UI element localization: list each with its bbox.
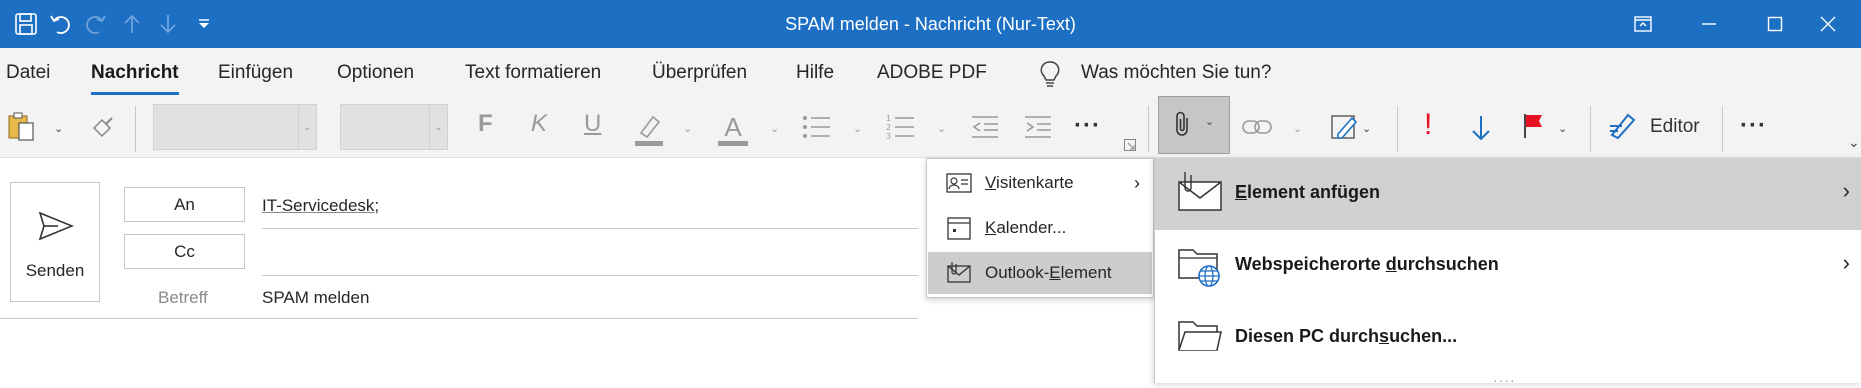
subject-field-underline [0,318,918,319]
increase-indent-icon[interactable] [1021,112,1055,142]
submenu-arrow-icon: › [1134,172,1140,193]
tab-einfuegen[interactable]: Einfügen [218,62,293,84]
paste-dropdown-chevron-icon[interactable]: ⌄ [54,122,63,135]
menu-item-visitenkarte[interactable]: Visitenkarte › [928,162,1152,204]
link-dropdown-chevron-icon[interactable]: ⌄ [1293,122,1302,135]
link-icon[interactable] [1240,112,1274,142]
editor-button[interactable]: Editor [1606,104,1716,150]
paperclip-icon [1173,110,1193,143]
flag-icon[interactable] [1520,110,1548,142]
tab-optionen[interactable]: Optionen [337,62,414,84]
menu-item-element-anfuegen[interactable]: Element anfügen › [1155,158,1861,230]
ribbon-display-icon[interactable] [1610,0,1676,48]
to-field-underline [262,228,918,229]
tab-adobe-pdf[interactable]: ADOBE PDF [877,62,987,84]
signature-dropdown-chevron-icon[interactable]: ⌄ [1362,122,1371,135]
bold-button[interactable]: F [478,110,493,138]
attach-file-button[interactable]: ⌄ [1158,96,1230,154]
attach-item-menu: Visitenkarte › Kalender... Outlook-Eleme… [926,158,1154,298]
calendar-icon [946,215,972,241]
font-color-dropdown-chevron-icon[interactable]: ⌄ [770,122,779,135]
numbering-dropdown-chevron-icon[interactable]: ⌄ [937,122,946,135]
send-label: Senden [25,261,85,280]
attach-dropdown-chevron-icon: ⌄ [1205,116,1215,128]
business-card-icon [946,170,972,196]
bullets-icon[interactable] [800,112,834,142]
font-family-combo[interactable]: ⌄ [153,104,317,150]
bullets-dropdown-chevron-icon[interactable]: ⌄ [853,122,862,135]
tell-me-input[interactable]: Was möchten Sie tun? [1081,62,1271,84]
dialog-launcher-icon[interactable] [1124,138,1136,156]
paste-icon[interactable] [6,110,36,144]
numbering-icon[interactable]: 123 [884,112,918,142]
format-painter-icon[interactable] [88,112,118,142]
tab-ueberpruefen[interactable]: Überprüfen [652,62,747,84]
high-importance-button[interactable]: ! [1424,108,1432,142]
resize-grip-icon[interactable]: ···· [1493,372,1516,388]
attach-file-submenu: Element anfügen › Webspeicherorte durchs… [1154,158,1861,388]
editor-pen-icon [1608,111,1638,144]
close-icon[interactable] [1795,0,1861,48]
outlook-item-icon [946,260,972,286]
send-button[interactable]: Senden [10,182,100,302]
subject-label: Betreff [158,288,208,307]
menu-item-label: Webspeicherorte durchsuchen [1235,254,1499,274]
menu-item-webspeicherorte[interactable]: Webspeicherorte durchsuchen › [1155,230,1861,302]
folder-icon [1177,314,1223,360]
title-bar: SPAM melden - Nachricht (Nur-Text) [0,0,1861,48]
to-button[interactable]: An [124,187,245,222]
menu-item-label: Kalender... [985,218,1067,237]
menu-item-label: Visitenkarte [985,173,1074,192]
tab-hilfe[interactable]: Hilfe [796,62,834,84]
cc-field-underline [262,275,918,276]
svg-text:3: 3 [886,132,891,141]
font-size-combo[interactable]: ⌄ [340,104,448,150]
more-commands-button[interactable]: ··· [1740,112,1767,140]
tab-text-formatieren[interactable]: Text formatieren [465,62,601,84]
menu-item-diesen-pc[interactable]: Diesen PC durchsuchen... [1155,302,1861,374]
cc-button[interactable]: Cc [124,234,245,269]
underline-button[interactable]: U [584,110,601,138]
low-importance-icon[interactable] [1466,112,1496,144]
menu-item-label: Diesen PC durchsuchen... [1235,326,1458,346]
more-format-options-button[interactable]: ··· [1074,112,1101,140]
subject-field[interactable]: SPAM melden [262,288,369,308]
tab-datei[interactable]: Datei [6,62,50,84]
menu-item-label: Outlook-Element [985,263,1112,282]
send-icon [38,211,75,246]
window-title: SPAM melden - Nachricht (Nur-Text) [785,14,1076,34]
to-field[interactable] [262,187,918,227]
svg-text:1: 1 [886,114,891,123]
menu-item-outlook-element[interactable]: Outlook-Element [928,252,1152,294]
signature-icon[interactable] [1328,110,1362,144]
cc-field[interactable] [262,234,918,274]
font-color-bar [718,141,748,146]
minimize-icon[interactable] [1676,0,1742,48]
highlight-dropdown-chevron-icon[interactable]: ⌄ [683,122,692,135]
menu-item-kalender[interactable]: Kalender... [928,207,1152,249]
attach-item-envelope-icon [1177,170,1223,216]
ribbon: ⌄ ⌄ ⌄ F K U ⌄ A ⌄ ⌄ 123 ⌄ ··· ⌄ ⌄ ⌄ ! ⌄ … [0,96,1861,158]
submenu-arrow-icon: › [1842,250,1850,275]
highlight-icon[interactable] [632,110,666,148]
tab-nachricht[interactable]: Nachricht [91,62,179,95]
svg-text:2: 2 [886,123,891,132]
submenu-arrow-icon: › [1842,178,1850,203]
flag-dropdown-chevron-icon[interactable]: ⌄ [1558,122,1567,135]
web-folder-icon [1177,242,1223,288]
lightbulb-icon [1038,60,1062,93]
italic-button[interactable]: K [531,110,547,138]
ribbon-collapse-chevron-icon[interactable]: ⌄ [1848,134,1860,151]
ribbon-tabs: Datei Nachricht Einfügen Optionen Text f… [0,48,1861,100]
decrease-indent-icon[interactable] [968,112,1002,142]
menu-item-label: Element anfügen [1235,182,1381,202]
